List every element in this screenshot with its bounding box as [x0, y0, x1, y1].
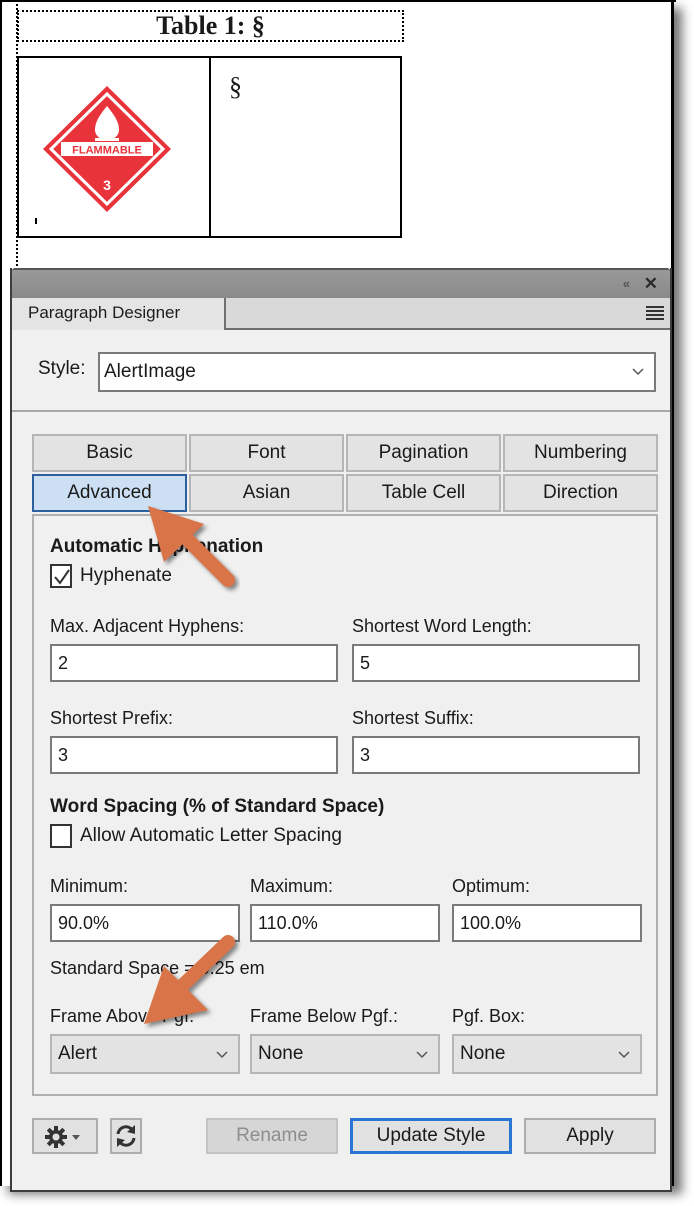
pgf-box-value: None: [460, 1043, 506, 1064]
hyphenate-checkbox-row[interactable]: Hyphenate: [50, 564, 172, 588]
style-row: Style: AlertImage: [12, 350, 670, 392]
settings-menu-button[interactable]: [32, 1118, 98, 1154]
tab-table-cell[interactable]: Table Cell: [346, 474, 501, 512]
optimum-label: Optimum:: [452, 876, 531, 896]
chevron-down-icon: [618, 1051, 630, 1059]
maximum-input[interactable]: 110.0%: [250, 904, 440, 942]
shortest-suffix-label: Shortest Suffix:: [352, 708, 474, 728]
tab-numbering[interactable]: Numbering: [503, 434, 658, 472]
tab-direction[interactable]: Direction: [503, 474, 658, 512]
advanced-tab-content: Automatic Hyphenation Hyphenate Max. Adj…: [32, 514, 658, 1096]
collapse-panel-icon[interactable]: «: [623, 276, 630, 291]
minimum-label: Minimum:: [50, 876, 129, 896]
panel-tab-underfill: [12, 328, 224, 330]
standard-space-text: Standard Space = 0.25 em: [50, 958, 265, 978]
pgf-box-label: Pgf. Box:: [452, 1006, 526, 1026]
style-label: Style:: [38, 358, 86, 379]
flammable-placard-icon: FLAMMABLE 3: [43, 86, 171, 212]
table-cell-text[interactable]: §: [211, 58, 400, 236]
frame-above-value: Alert: [58, 1043, 98, 1064]
paragraph-end-marker: §: [229, 72, 242, 101]
panel-titlebar[interactable]: « ✕: [12, 268, 670, 298]
table-cell-image[interactable]: FLAMMABLE 3: [19, 58, 211, 236]
divider: [12, 410, 670, 412]
update-style-button[interactable]: Update Style: [350, 1118, 512, 1154]
apply-button[interactable]: Apply: [524, 1118, 656, 1154]
shortest-word-length-label: Shortest Word Length:: [352, 616, 532, 636]
placard-text: FLAMMABLE: [72, 145, 142, 157]
tab-pagination[interactable]: Pagination: [346, 434, 501, 472]
shortest-prefix-input[interactable]: 3: [50, 736, 338, 774]
minimum-input[interactable]: 90.0%: [50, 904, 240, 942]
panel-menu-icon[interactable]: [646, 306, 664, 320]
gear-icon: [45, 1126, 80, 1148]
chevron-down-icon: [216, 1051, 228, 1059]
letter-spacing-checkbox[interactable]: [50, 824, 72, 848]
letter-spacing-label: Allow Automatic Letter Spacing: [80, 825, 342, 846]
close-icon[interactable]: ✕: [644, 274, 658, 294]
chevron-down-icon: [632, 368, 644, 376]
shortest-suffix-input[interactable]: 3: [352, 736, 640, 774]
shortest-prefix-label: Shortest Prefix:: [50, 708, 174, 728]
hyphenate-label: Hyphenate: [80, 565, 172, 586]
optimum-input[interactable]: 100.0%: [452, 904, 642, 942]
frame-above-label: Frame Above Pgf:: [50, 1006, 195, 1026]
rename-button[interactable]: Rename: [206, 1118, 338, 1154]
chevron-down-icon: [416, 1051, 428, 1059]
table-title: Table 1: §: [156, 11, 265, 40]
document-table: FLAMMABLE 3 §: [17, 56, 402, 238]
tab-basic[interactable]: Basic: [32, 434, 187, 472]
max-adjacent-hyphens-label: Max. Adjacent Hyphens:: [50, 616, 245, 636]
hyphenation-heading: Automatic Hyphenation: [50, 536, 264, 557]
anchor-marker: [35, 218, 37, 224]
paragraph-designer-panel: « ✕ Paragraph Designer Style: AlertImage…: [10, 268, 672, 1192]
letter-spacing-checkbox-row[interactable]: Allow Automatic Letter Spacing: [50, 824, 342, 848]
placard-class: 3: [103, 177, 111, 193]
shortest-word-length-input[interactable]: 5: [352, 644, 640, 682]
panel-tab-paragraph-designer[interactable]: Paragraph Designer: [12, 298, 226, 330]
table-title-frame[interactable]: Table 1: §: [17, 10, 404, 42]
pgf-box-dropdown[interactable]: None: [452, 1034, 642, 1074]
maximum-label: Maximum:: [250, 876, 334, 896]
style-select-value: AlertImage: [104, 361, 196, 382]
frame-below-label: Frame Below Pgf.:: [250, 1006, 399, 1026]
refresh-button[interactable]: [110, 1118, 142, 1154]
property-tabs: Basic Font Pagination Numbering Advanced…: [32, 434, 658, 512]
hyphenate-checkbox[interactable]: [50, 564, 72, 588]
tab-asian[interactable]: Asian: [189, 474, 344, 512]
refresh-icon: [116, 1125, 136, 1147]
checkmark-icon: [54, 569, 70, 585]
frame-below-dropdown[interactable]: None: [250, 1034, 440, 1074]
panel-tabbar: Paragraph Designer: [12, 298, 670, 330]
style-select[interactable]: AlertImage: [98, 352, 656, 392]
frame-below-value: None: [258, 1043, 304, 1064]
word-spacing-heading: Word Spacing (% of Standard Space): [50, 796, 385, 817]
max-adjacent-hyphens-input[interactable]: 2: [50, 644, 338, 682]
tab-advanced[interactable]: Advanced: [32, 474, 187, 512]
frame-above-dropdown[interactable]: Alert: [50, 1034, 240, 1074]
tab-font[interactable]: Font: [189, 434, 344, 472]
